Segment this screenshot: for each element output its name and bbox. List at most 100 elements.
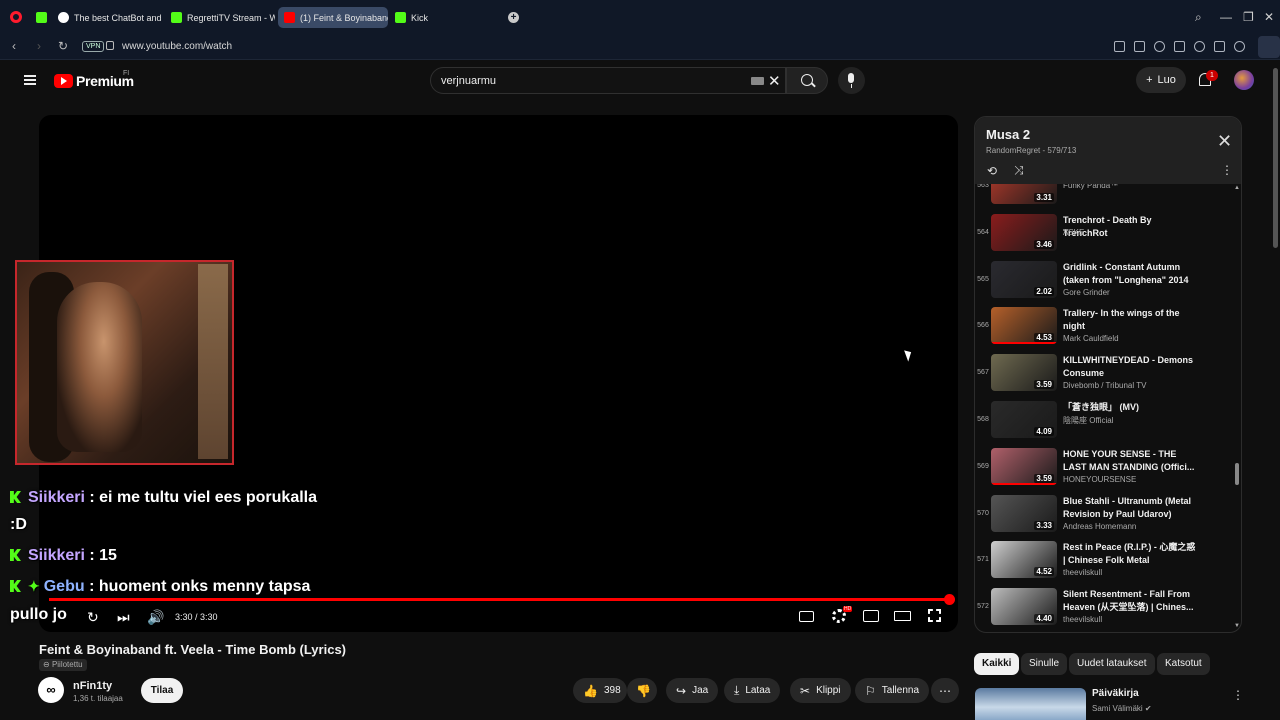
playlist-item-thumbnail[interactable]: 3.31	[991, 184, 1057, 204]
progress-scrubber[interactable]	[944, 594, 955, 605]
page-scrollbar[interactable]	[1273, 68, 1278, 248]
playlist-item[interactable]: 568 4.09 「蒼き独眼」 (MV) 陰陽座 Official	[975, 397, 1241, 444]
chat-message: :D	[10, 516, 27, 534]
search-button[interactable]	[786, 67, 828, 94]
playlist-item[interactable]: 571 4.52 Rest in Peace (R.I.P.) - 心魔之惑 | C…	[975, 537, 1241, 584]
create-button[interactable]: + Luo	[1136, 67, 1186, 93]
reload-icon[interactable]: ↻	[58, 39, 68, 53]
tab-kick-pinned[interactable]	[30, 7, 52, 28]
playlist-item-thumbnail[interactable]: 4.53	[991, 307, 1057, 345]
close-window-icon[interactable]: ✕	[1264, 10, 1274, 24]
fullscreen-icon[interactable]	[928, 609, 941, 622]
playlist-item[interactable]: 570 3.33 Blue Stahli - Ultranumb (Metal Re…	[975, 491, 1241, 538]
playlist-item[interactable]: 5633.31Peeping Tom Feat. Rosie HarteFunk…	[975, 184, 1241, 210]
playlist-item[interactable]: 564 3.46 Trenchrot - Death By TrenchRot ASK…	[975, 210, 1241, 257]
tab-regretti[interactable]: RegrettiTV Stream - Watc	[165, 7, 275, 28]
voice-search-button[interactable]	[838, 67, 865, 94]
playlist-item-thumbnail[interactable]: 3.59	[991, 354, 1057, 392]
chip-uudet-lataukset[interactable]: Uudet lataukset	[1069, 653, 1155, 675]
maximize-icon[interactable]: ❐	[1243, 10, 1254, 24]
more-actions-button[interactable]: ⋯	[931, 678, 959, 703]
miniplayer-icon[interactable]	[863, 610, 879, 622]
youtube-logo-icon[interactable]	[54, 74, 73, 88]
profile-icon[interactable]	[1234, 41, 1245, 52]
more-vertical-icon[interactable]: ⋮	[1221, 163, 1233, 177]
heart-icon[interactable]	[1194, 41, 1205, 52]
browser-search-icon[interactable]: ⌕	[1195, 10, 1202, 25]
like-button[interactable]: 👍 398	[573, 678, 627, 703]
playlist-item-thumbnail[interactable]: 4.52	[991, 541, 1057, 579]
playlist-item[interactable]: 567 3.59 KILLWHITNEYDEAD - Demons Consume D…	[975, 350, 1241, 397]
related-video-title[interactable]: Päiväkirja	[1092, 688, 1139, 699]
hamburger-menu-icon[interactable]	[24, 75, 36, 85]
subscribe-button[interactable]: Tilaa	[141, 678, 183, 703]
minimize-icon[interactable]: —	[1220, 10, 1232, 24]
chip-sinulle[interactable]: Sinulle	[1021, 653, 1068, 675]
new-tab-button[interactable]: +	[508, 12, 519, 23]
next-icon[interactable]: ⏭	[117, 609, 130, 626]
search-input[interactable]: verjnuarmu ✕	[430, 67, 786, 94]
channel-avatar[interactable]: ∞	[38, 677, 64, 703]
playlist-item[interactable]: 565 2.02 Gridlink - Constant Autumn (taken…	[975, 257, 1241, 304]
edit-icon[interactable]	[1114, 41, 1125, 52]
keyboard-icon[interactable]	[751, 77, 764, 85]
more-vertical-icon[interactable]: ⋮	[1232, 688, 1244, 702]
share-button[interactable]: ↪ Jaa	[666, 678, 719, 703]
shuffle-icon[interactable]: ⤨	[1014, 163, 1024, 178]
playlist-item-thumbnail[interactable]: 4.09	[991, 401, 1057, 438]
chip-kaikki[interactable]: Kaikki	[974, 653, 1020, 675]
playlist-item-title[interactable]: Trallery- In the wings of the night	[1063, 307, 1197, 333]
theater-mode-icon[interactable]	[894, 611, 911, 621]
playlist-item[interactable]: 573NOCTURNAL - Rising Demons	[975, 631, 1241, 632]
playlist-item-title[interactable]: Blue Stahli - Ultranumb (Metal Revision …	[1063, 495, 1197, 521]
lock-icon[interactable]	[106, 41, 114, 50]
playlist-scrollbar[interactable]	[1235, 463, 1239, 485]
back-icon[interactable]: ‹	[12, 39, 16, 53]
playlist-item-thumbnail[interactable]: 4.40	[991, 588, 1057, 626]
playlist-item-title[interactable]: 「蒼き独眼」 (MV)	[1063, 401, 1197, 414]
camera-icon[interactable]	[1134, 41, 1145, 52]
dislike-button[interactable]: 👎	[627, 678, 657, 703]
playlist-item[interactable]: 572 4.40 Silent Resentment - Fall From Hea…	[975, 584, 1241, 631]
playlist-item-title[interactable]: HONE YOUR SENSE - THE LAST MAN STANDING …	[1063, 448, 1197, 474]
account-avatar[interactable]	[1234, 70, 1254, 90]
vpn-badge[interactable]: VPN	[82, 41, 105, 52]
menu-icon[interactable]	[1214, 41, 1225, 52]
playlist-item[interactable]: 569 3.59 HONE YOUR SENSE - THE LAST MAN ST…	[975, 444, 1241, 491]
save-button[interactable]: ⚐ Tallenna	[855, 678, 930, 703]
channel-name[interactable]: nFin1ty	[73, 680, 112, 692]
playlist-item-title[interactable]: KILLWHITNEYDEAD - Demons Consume	[1063, 354, 1197, 380]
loop-icon[interactable]: ⟲	[987, 164, 997, 178]
playlist-item-thumbnail[interactable]: 3.46	[991, 213, 1057, 251]
clear-search-icon[interactable]: ✕	[768, 72, 781, 90]
extension-icon[interactable]	[1258, 36, 1280, 58]
playlist-title[interactable]: Musa 2	[986, 127, 1030, 142]
tab-chatbot[interactable]: The best ChatBot and Wid	[52, 7, 164, 28]
subtitles-icon[interactable]	[799, 611, 814, 622]
playlist-item-title[interactable]: Rest in Peace (R.I.P.) - 心魔之惑 | Chinese …	[1063, 541, 1197, 567]
playlist-item-thumbnail[interactable]: 2.02	[991, 260, 1057, 298]
scroll-down-icon[interactable]: ▼	[1234, 623, 1240, 629]
clip-button[interactable]: ✂ Klippi	[790, 678, 851, 703]
playlist-item-thumbnail[interactable]: 3.59	[991, 447, 1057, 485]
related-video-author[interactable]: Sami Välimäki ✔	[1092, 704, 1152, 713]
playlist-item-title[interactable]: Silent Resentment - Fall From Heaven (从天…	[1063, 588, 1197, 614]
chip-katsotut[interactable]: Katsotut	[1157, 653, 1210, 675]
playlist-item[interactable]: 566 4.53 Trallery- In the wings of the nig…	[975, 303, 1241, 350]
playlist-item-thumbnail[interactable]: 3.33	[991, 494, 1057, 532]
volume-icon[interactable]: 🔊	[147, 609, 164, 626]
play-icon[interactable]	[1174, 41, 1185, 52]
opera-logo-icon[interactable]	[10, 11, 22, 23]
forward-icon[interactable]: ›	[37, 39, 41, 53]
progress-bar[interactable]	[49, 598, 949, 601]
replay-icon[interactable]: ↻	[87, 609, 99, 626]
tab-youtube[interactable]: (1) Feint & Boyinaband ft.	[278, 7, 388, 28]
tab-kick[interactable]: Kick	[389, 7, 439, 28]
url-field[interactable]: www.youtube.com/watch	[122, 41, 232, 52]
playlist-item-title[interactable]: Gridlink - Constant Autumn (taken from "…	[1063, 261, 1197, 287]
download-button[interactable]: ⤓ Lataa	[724, 678, 781, 703]
close-playlist-icon[interactable]: ✕	[1217, 131, 1232, 152]
shield-icon[interactable]	[1154, 41, 1165, 52]
related-video-thumbnail[interactable]	[975, 688, 1086, 720]
scroll-up-icon[interactable]: ▲	[1234, 185, 1240, 191]
